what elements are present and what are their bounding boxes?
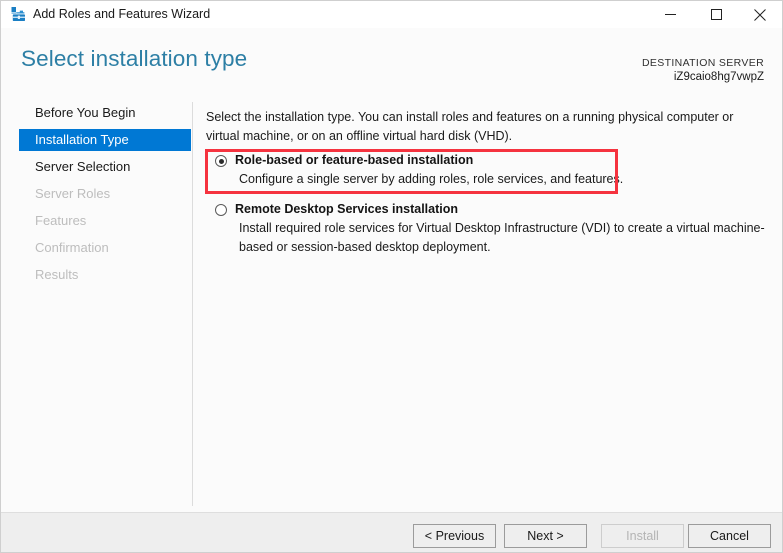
wizard-window: Add Roles and Features Wizard Select ins… <box>0 0 783 553</box>
previous-button[interactable]: < Previous <box>413 524 496 548</box>
sidebar-item-features: Features <box>35 213 87 228</box>
option-title-remote-desktop: Remote Desktop Services installation <box>235 202 458 216</box>
footer-bar: < Previous Next > Install Cancel <box>1 512 782 552</box>
sidebar-item-server-selection[interactable]: Server Selection <box>19 156 191 178</box>
next-button[interactable]: Next > <box>504 524 587 548</box>
body-area: Before You Begin Installation Type Serve… <box>1 96 782 512</box>
cancel-button[interactable]: Cancel <box>688 524 771 548</box>
instruction-text: Select the installation type. You can in… <box>206 110 734 143</box>
page-title: Select installation type <box>21 46 248 71</box>
radio-button-role-based[interactable] <box>215 155 227 167</box>
sidebar-item-installation-type[interactable]: Installation Type <box>19 129 191 151</box>
sidebar-item-confirmation: Confirmation <box>35 240 109 255</box>
radio-button-remote-desktop[interactable] <box>215 204 227 216</box>
minimize-icon[interactable] <box>648 1 692 28</box>
sidebar-item-before-you-begin[interactable]: Before You Begin <box>19 102 191 124</box>
destination-server-value: iZ9caio8hg7vwpZ <box>673 71 764 83</box>
destination-server-label: DESTINATION SERVER <box>641 57 764 69</box>
option-title-role-based: Role-based or feature-based installation <box>235 153 474 167</box>
option-description-role-based: Configure a single server by adding role… <box>239 172 624 186</box>
window-title: Add Roles and Features Wizard <box>33 7 211 21</box>
maximize-icon[interactable] <box>694 1 738 28</box>
sidebar-item-results: Results <box>35 267 79 282</box>
title-bar: Add Roles and Features Wizard <box>1 1 782 29</box>
main-content: Select the installation type. You can in… <box>193 96 782 512</box>
option-description-remote-desktop: Install required role services for Virtu… <box>239 221 765 254</box>
install-button: Install <box>601 524 684 548</box>
server-manager-toolbox-icon <box>10 6 27 23</box>
wizard-steps-sidebar: Before You Begin Installation Type Serve… <box>1 96 192 512</box>
destination-server-block: DESTINATION SERVER iZ9caio8hg7vwpZ <box>642 56 764 85</box>
page-header: Select installation type DESTINATION SER… <box>1 28 782 96</box>
sidebar-item-server-roles: Server Roles <box>35 186 111 201</box>
close-icon[interactable] <box>738 1 782 28</box>
